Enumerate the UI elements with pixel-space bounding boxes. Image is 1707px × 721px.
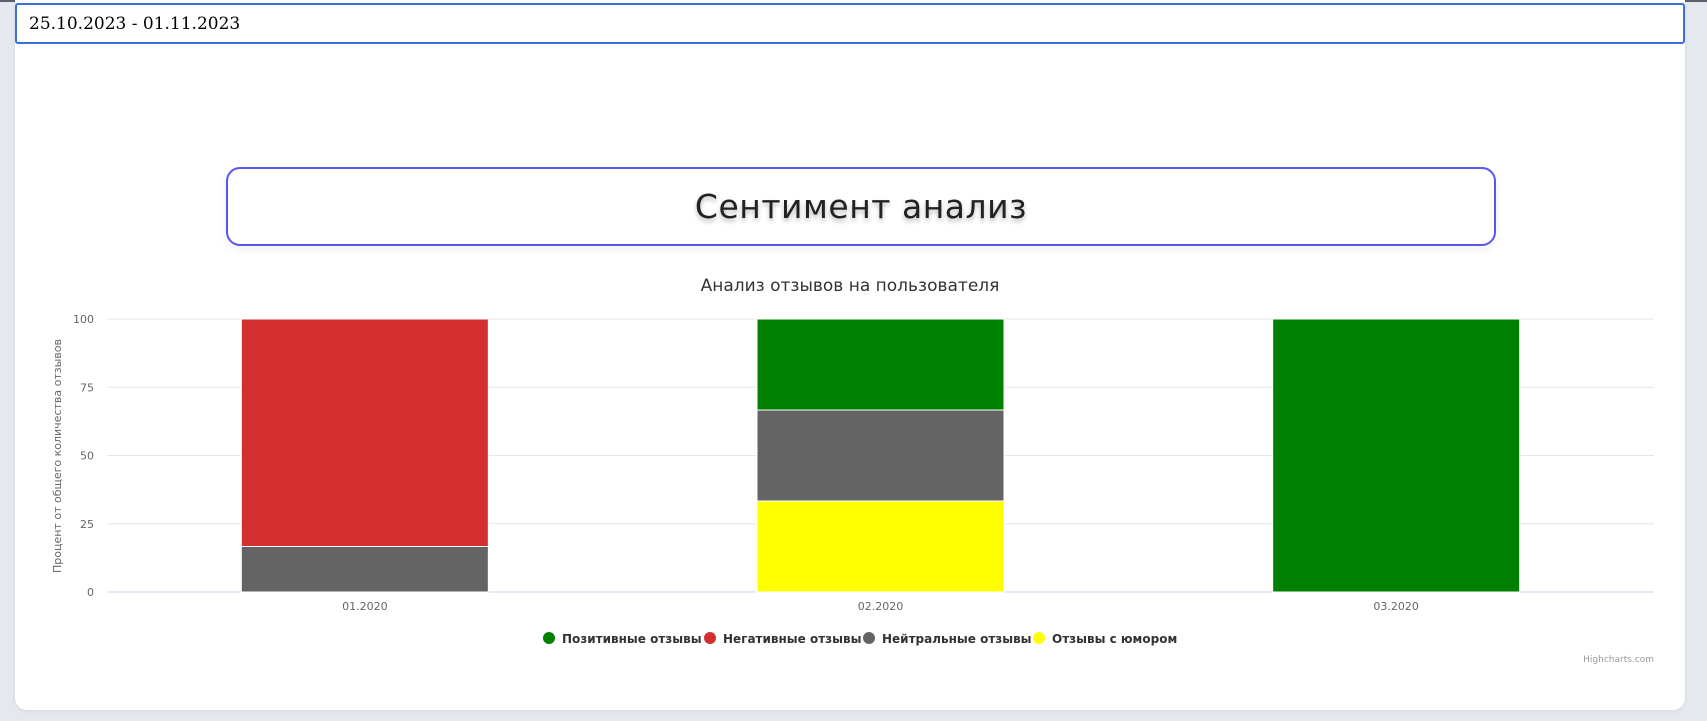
legend-label: Отзывы с юмором [1052,632,1177,646]
bar-segment[interactable] [240,318,489,547]
bars [240,318,1521,593]
legend: Позитивные отзывы Негативные отзывы Нейтра… [543,632,1177,646]
legend-symbol [704,632,716,644]
y-tick-label: 50 [80,450,94,463]
y-axis-label: Процент от общего количества отзывов [51,339,64,573]
legend-label: Нейтральные отзывы [882,632,1032,646]
x-tick-label: 02.2020 [858,600,904,613]
chart-title: Анализ отзывов на пользователя [701,276,1000,296]
y-tick-label: 0 [87,586,94,599]
y-tick-label: 100 [73,313,94,326]
legend-item[interactable]: Нейтральные отзывы [863,632,1032,646]
legend-label: Негативные отзывы [723,632,861,646]
sentiment-chart: Анализ отзывов на пользователя Процент о… [51,276,1654,665]
x-tick-label: 03.2020 [1373,600,1419,613]
legend-symbol [543,632,555,644]
legend-symbol [1033,632,1045,644]
legend-symbol [863,632,875,644]
x-tick-label: 01.2020 [342,600,388,613]
y-tick-label: 25 [80,518,94,531]
bar-segment[interactable] [756,500,1005,593]
legend-label: Позитивные отзывы [562,632,702,646]
credits-link[interactable]: Highcharts.com [1583,655,1654,665]
bar-segment[interactable] [240,545,489,593]
bar-segment[interactable] [756,409,1005,502]
legend-item[interactable]: Отзывы с юмором [1033,632,1177,646]
y-tick-label: 75 [80,381,94,394]
legend-item[interactable]: Негативные отзывы [704,632,861,646]
x-axis-labels: 01.2020 02.2020 03.2020 [342,600,1419,613]
legend-item[interactable]: Позитивные отзывы [543,632,702,646]
bar-segment[interactable] [1272,318,1521,593]
bar-segment[interactable] [756,318,1005,411]
